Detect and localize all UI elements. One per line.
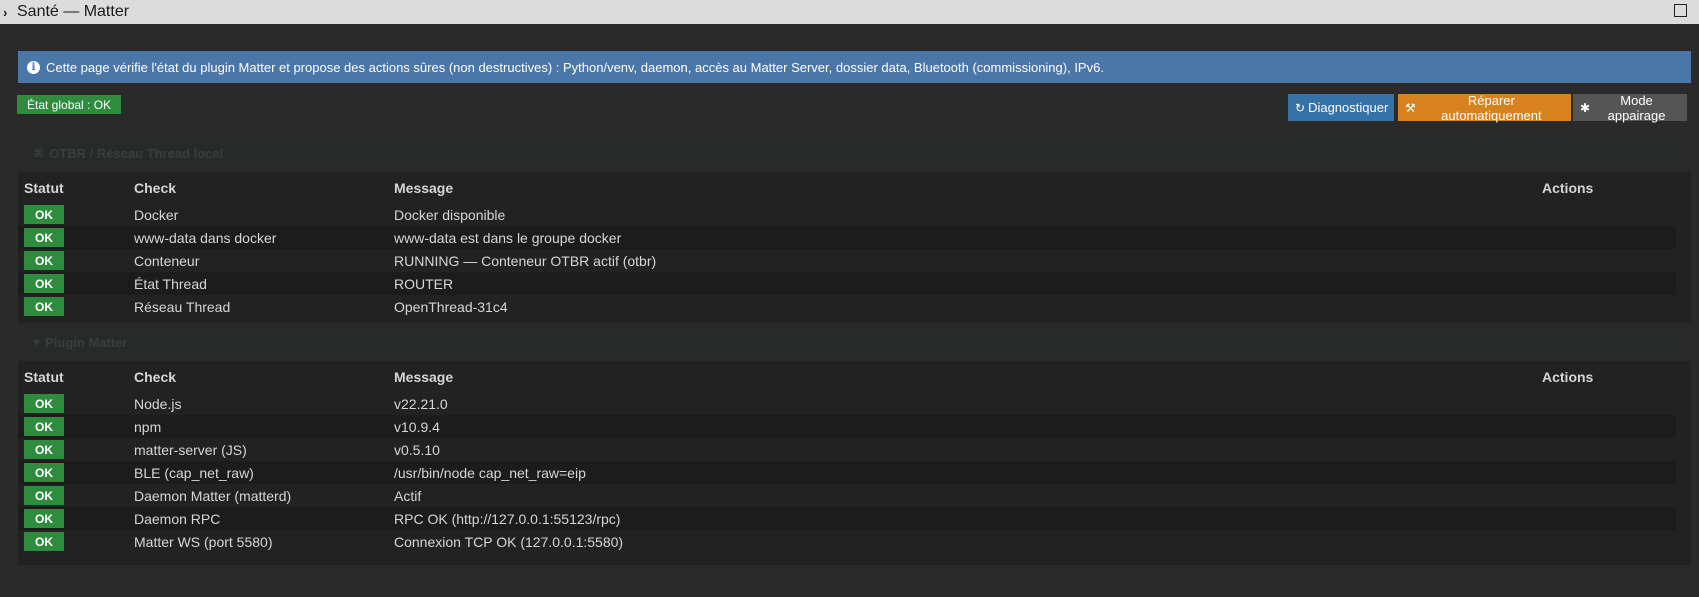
auto-repair-button[interactable]: ⚒ Réparer automatiquement bbox=[1398, 92, 1571, 123]
status-badge: OK bbox=[24, 251, 64, 270]
actions-cell bbox=[1536, 507, 1676, 530]
table-row: OK Réseau Thread OpenThread-31c4 bbox=[18, 295, 1676, 318]
actions-cell bbox=[1536, 530, 1676, 553]
status-badge: OK bbox=[24, 440, 64, 459]
actions-cell bbox=[1536, 203, 1676, 226]
table-row: OK www-data dans docker www-data est dan… bbox=[18, 226, 1676, 249]
column-header-status: Statut bbox=[24, 179, 64, 196]
actions-cell bbox=[1536, 392, 1676, 415]
heart-icon: ♥ bbox=[33, 335, 41, 349]
table-row: OK BLE (cap_net_raw) /usr/bin/node cap_n… bbox=[18, 461, 1676, 484]
check-cell: Conteneur bbox=[134, 252, 200, 269]
message-cell: ROUTER bbox=[388, 272, 1536, 295]
check-cell: www-data dans docker bbox=[128, 226, 388, 249]
status-badge: OK bbox=[24, 509, 64, 528]
message-cell: www-data est dans le groupe docker bbox=[388, 226, 1536, 249]
table-row: OK État Thread ROUTER bbox=[18, 272, 1676, 295]
panel-plugin-matter: ♥ Plugin Matter Statut Check Message Act… bbox=[18, 323, 1691, 565]
column-header-message: Message bbox=[394, 368, 454, 385]
check-cell: matter-server (JS) bbox=[134, 441, 247, 458]
actions-cell bbox=[1536, 272, 1676, 295]
auto-repair-button-label: Réparer automatiquement bbox=[1441, 92, 1542, 123]
global-status-badge: État global : OK bbox=[17, 95, 122, 114]
window-titlebar: › Santé — Matter bbox=[0, 0, 1699, 24]
check-cell: npm bbox=[128, 415, 388, 438]
diagnostic-button[interactable]: ↻ Diagnostiquer bbox=[1288, 94, 1394, 121]
info-banner-text: Cette page vérifie l'état du plugin Matt… bbox=[46, 59, 1104, 75]
status-badge: OK bbox=[24, 205, 64, 224]
checks-table: Statut Check Message Actions OK Docker D… bbox=[18, 172, 1676, 318]
panel-title: OTBR / Réseau Thread local bbox=[49, 145, 224, 161]
panel-header: ♥ Plugin Matter bbox=[18, 323, 1691, 361]
table-row: OK Docker Docker disponible bbox=[18, 203, 1676, 226]
diagnostic-button-label: Diagnostiquer bbox=[1308, 100, 1389, 115]
message-cell: /usr/bin/node cap_net_raw=eip bbox=[388, 461, 1536, 484]
window-title: Santé — Matter bbox=[17, 3, 130, 20]
panel-title: Plugin Matter bbox=[45, 334, 128, 350]
check-cell: Daemon Matter (matterd) bbox=[134, 487, 292, 504]
status-badge: OK bbox=[24, 274, 64, 293]
status-badge: OK bbox=[24, 297, 64, 316]
network-icon: ⌘ bbox=[33, 146, 45, 160]
panel-header: ⌘ OTBR / Réseau Thread local bbox=[18, 134, 1691, 172]
page-content: i Cette page vérifie l'état du plugin Ma… bbox=[0, 24, 1699, 597]
message-cell: RUNNING — Conteneur OTBR actif (otbr) bbox=[394, 252, 657, 269]
check-cell: Node.js bbox=[134, 395, 182, 412]
pairing-mode-button-label: Mode appairage bbox=[1607, 92, 1666, 123]
status-badge: OK bbox=[24, 463, 64, 482]
maximize-icon[interactable] bbox=[1674, 4, 1687, 17]
column-header-message: Message bbox=[394, 179, 454, 196]
pairing-mode-button[interactable]: ✱ Mode appairage bbox=[1573, 92, 1687, 123]
status-badge: OK bbox=[24, 228, 64, 247]
message-cell: v10.9.4 bbox=[388, 415, 1536, 438]
checks-table: Statut Check Message Actions OK Node.js … bbox=[18, 361, 1676, 553]
column-header-check: Check bbox=[134, 368, 177, 385]
bluetooth-icon: ✱ bbox=[1580, 100, 1591, 115]
actions-cell bbox=[1536, 415, 1676, 438]
status-badge: OK bbox=[24, 532, 64, 551]
message-cell: v0.5.10 bbox=[394, 441, 440, 458]
refresh-icon: ↻ bbox=[1295, 100, 1306, 115]
status-badge: OK bbox=[24, 417, 64, 436]
info-banner: i Cette page vérifie l'état du plugin Ma… bbox=[18, 51, 1691, 83]
message-cell: v22.21.0 bbox=[394, 395, 448, 412]
check-cell: Matter WS (port 5580) bbox=[134, 533, 273, 550]
info-icon: i bbox=[27, 60, 40, 74]
check-cell: Réseau Thread bbox=[134, 298, 231, 315]
check-cell: État Thread bbox=[128, 272, 388, 295]
column-header-actions: Actions bbox=[1542, 368, 1594, 385]
status-badge: OK bbox=[24, 394, 64, 413]
actions-cell bbox=[1536, 295, 1676, 318]
message-cell: Docker disponible bbox=[394, 206, 506, 223]
message-cell: RPC OK (http://127.0.0.1:55123/rpc) bbox=[388, 507, 1536, 530]
table-row: OK matter-server (JS) v0.5.10 bbox=[18, 438, 1676, 461]
status-badge: OK bbox=[24, 486, 64, 505]
actions-cell bbox=[1536, 461, 1676, 484]
actions-cell bbox=[1536, 226, 1676, 249]
actions-cell bbox=[1536, 249, 1676, 272]
column-header-actions: Actions bbox=[1542, 179, 1594, 196]
table-row: OK Conteneur RUNNING — Conteneur OTBR ac… bbox=[18, 249, 1676, 272]
table-row: OK Matter WS (port 5580) Connexion TCP O… bbox=[18, 530, 1676, 553]
check-cell: Docker bbox=[134, 206, 179, 223]
table-row: OK npm v10.9.4 bbox=[18, 415, 1676, 438]
column-header-check: Check bbox=[134, 179, 177, 196]
actions-cell bbox=[1536, 484, 1676, 507]
table-row: OK Daemon Matter (matterd) Actif bbox=[18, 484, 1676, 507]
wrench-icon: ⚒ bbox=[1405, 100, 1416, 115]
check-cell: Daemon RPC bbox=[128, 507, 388, 530]
table-row: OK Daemon RPC RPC OK (http://127.0.0.1:5… bbox=[18, 507, 1676, 530]
table-row: OK Node.js v22.21.0 bbox=[18, 392, 1676, 415]
chevron-right-icon[interactable]: › bbox=[3, 5, 13, 20]
message-cell: Actif bbox=[394, 487, 422, 504]
message-cell: OpenThread-31c4 bbox=[394, 298, 508, 315]
message-cell: Connexion TCP OK (127.0.0.1:5580) bbox=[394, 533, 624, 550]
table-header-row: Statut Check Message Actions bbox=[18, 361, 1676, 392]
column-header-status: Statut bbox=[24, 368, 64, 385]
table-header-row: Statut Check Message Actions bbox=[18, 172, 1676, 203]
panel-otbr: ⌘ OTBR / Réseau Thread local Statut Chec… bbox=[18, 134, 1691, 330]
check-cell: BLE (cap_net_raw) bbox=[128, 461, 388, 484]
actions-cell bbox=[1536, 438, 1676, 461]
